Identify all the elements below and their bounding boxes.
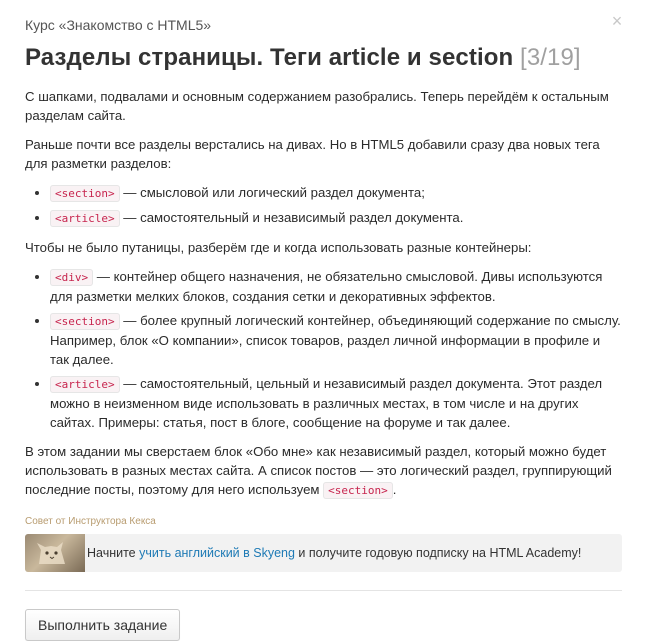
advice-text-after: и получите годовую подписку на HTML Acad… xyxy=(294,546,582,560)
paragraph-containers: Чтобы не было путаницы, разберём где и к… xyxy=(25,240,532,255)
list-item-text: — более крупный логический контейнер, об… xyxy=(50,313,621,367)
submit-task-button[interactable]: Выполнить задание xyxy=(25,609,181,641)
list-item: <section> — более крупный логический кон… xyxy=(50,311,622,369)
code-tag: <section> xyxy=(323,482,393,499)
page-title: Разделы страницы. Теги article и section… xyxy=(25,43,622,73)
code-tag: <div> xyxy=(50,269,94,286)
skyeng-link[interactable]: учить английский в Skyeng xyxy=(139,546,295,560)
cat-icon xyxy=(37,542,65,564)
code-tag: <article> xyxy=(50,210,120,227)
code-tag: <article> xyxy=(50,376,120,393)
list-item: <article> — самостоятельный и независимы… xyxy=(50,208,622,228)
code-tag: <section> xyxy=(50,313,120,330)
close-icon[interactable]: × xyxy=(609,12,625,30)
list-item-text: — смысловой или логический раздел докуме… xyxy=(119,185,425,200)
list-item-text: — самостоятельный и независимый раздел д… xyxy=(119,210,464,225)
list-item: <section> — смысловой или логический раз… xyxy=(50,183,622,203)
paragraph-task: В этом задании мы сверстаем блок «Обо мн… xyxy=(25,442,622,500)
paragraph-intro: С шапками, подвалами и основным содержан… xyxy=(25,89,609,123)
paragraph-history: Раньше почти все разделы верстались на д… xyxy=(25,137,600,171)
step-counter: [3/19] xyxy=(520,44,581,71)
course-name: Курс «Знакомство с HTML5» xyxy=(25,17,212,33)
list-item: <article> — самостоятельный, цельный и н… xyxy=(50,374,622,432)
advice-text: Начните учить английский в Skyeng и полу… xyxy=(85,546,581,560)
code-tag: <section> xyxy=(50,185,120,202)
advice-label: Совет от Инструктора Кекса xyxy=(25,516,156,527)
containers-list: <div> — контейнер общего назначения, не … xyxy=(25,267,622,432)
list-item-text: — самостоятельный, цельный и независимый… xyxy=(50,376,603,430)
divider xyxy=(25,590,622,591)
advice-text-before: Начните xyxy=(87,546,140,560)
task-panel: Курс «Знакомство с HTML5» × Разделы стра… xyxy=(0,0,647,641)
task-text-end: . xyxy=(392,482,397,497)
cat-avatar-icon xyxy=(25,534,85,572)
title-text: Разделы страницы. Теги article и section xyxy=(25,44,514,71)
advice-banner: Начните учить английский в Skyeng и полу… xyxy=(25,534,622,572)
list-item-text: — контейнер общего назначения, не обязат… xyxy=(50,269,603,304)
task-text: В этом задании мы сверстаем блок «Обо мн… xyxy=(25,444,612,497)
new-tags-list: <section> — смысловой или логический раз… xyxy=(25,183,622,228)
list-item: <div> — контейнер общего назначения, не … xyxy=(50,267,622,306)
